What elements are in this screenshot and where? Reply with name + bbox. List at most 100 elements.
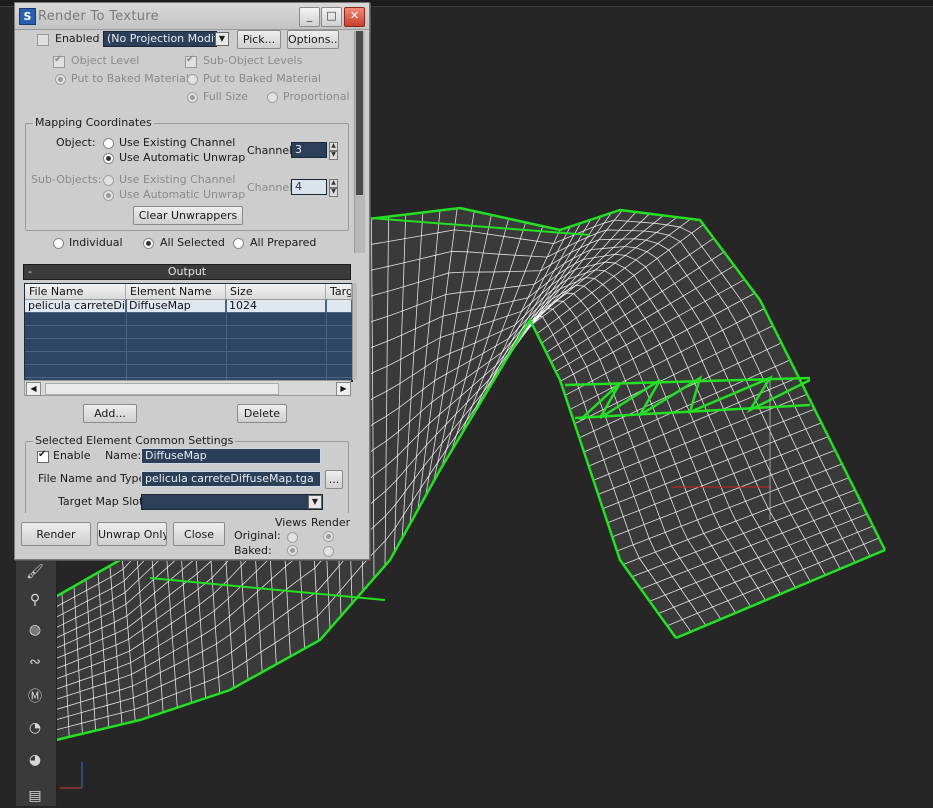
object-level-label: Object Level [71,54,140,67]
element-enable-checkbox[interactable] [37,449,49,463]
all-prepared-label: All Prepared [250,236,317,249]
map-alt-icon[interactable]: ◕ [22,748,48,772]
put-baked-material-right-label: Put to Baked Material [203,72,321,85]
target-map-slot-dropdown[interactable] [141,494,323,510]
full-size-label: Full Size [203,90,248,103]
file-name-input[interactable]: pelicula carreteDiffuseMap.tga [141,471,321,487]
app-logo-icon: S [19,8,36,25]
table-row-empty[interactable] [25,339,352,352]
render-button[interactable]: Render [21,522,91,546]
sub-object-levels-checkbox[interactable] [185,54,197,68]
close-button[interactable]: Close [173,522,225,546]
sub-channel-input[interactable]: 4 [291,179,327,195]
scroll-left-icon[interactable]: ◀ [26,382,41,396]
table-row-empty[interactable] [25,352,352,365]
dialog-scroll-content: Enabled (No Projection Modifier) ▼ Pick.… [19,29,357,513]
output-rollout-header[interactable]: - Output [23,264,351,280]
options-button[interactable]: Options... [287,30,339,49]
dialog-title: Render To Texture [38,9,159,24]
channel-spinner[interactable]: ▲ ▼ [329,142,338,160]
render-to-texture-dialog: S Render To Texture _ □ ✕ Enabled (No Pr… [14,2,370,560]
command-toolstrip: 🖌 ⚲ ◍ ∾ Ⓜ ◔ ◕ ▤ [16,556,57,806]
column-divider [226,299,227,381]
object-label: Object: [56,136,96,149]
scrollbar-thumb[interactable] [45,383,279,395]
sub-use-existing-channel-radio[interactable] [103,175,114,186]
scrollbar-thumb[interactable] [356,31,363,195]
sub-channel-label: Channel: [247,181,296,194]
table-row-empty[interactable] [25,326,352,339]
use-existing-channel-radio[interactable] [103,138,114,149]
all-prepared-radio[interactable] [233,238,244,249]
sub-objects-label: Sub-Objects: [31,173,102,186]
use-automatic-unwrap-label: Use Automatic Unwrap [119,151,246,164]
projection-enabled-checkbox[interactable] [37,34,49,46]
table-cell-target [326,300,352,312]
table-header: File Name Element Name Size Targ [25,284,352,300]
mapping-coordinates-title: Mapping Coordinates [33,116,154,129]
chevron-down-icon[interactable]: ▼ [215,32,229,46]
original-views-radio[interactable] [287,532,298,543]
wave-icon[interactable]: ∾ [22,650,48,674]
full-size-radio[interactable] [187,92,198,103]
paint-icon[interactable]: 🖌 [22,560,48,584]
all-selected-radio[interactable] [143,238,154,249]
sub-channel-spinner[interactable]: ▲ ▼ [329,179,338,197]
column-header-target[interactable]: Targ [326,284,352,299]
delete-element-button[interactable]: Delete [237,404,287,423]
clear-unwrappers-button[interactable]: Clear Unwrappers [133,206,243,225]
column-header-element-name[interactable]: Element Name [126,284,226,299]
dialog-titlebar[interactable]: S Render To Texture _ □ ✕ [15,3,369,30]
table-horizontal-scrollbar[interactable]: ◀ ▶ [24,380,351,396]
sphere-icon[interactable]: ◍ [22,618,48,642]
use-automatic-unwrap-radio[interactable] [103,153,114,164]
pick-button[interactable]: Pick... [237,30,281,49]
table-vertical-scrollbar[interactable] [352,283,357,380]
close-window-button[interactable]: ✕ [344,7,365,27]
projection-enabled-label: Enabled [55,32,100,45]
add-element-button[interactable]: Add... [83,404,137,423]
original-label: Original: [234,529,281,542]
material-icon[interactable]: Ⓜ [22,684,48,708]
baked-render-radio[interactable] [323,546,334,557]
put-baked-material-left-label: Put to Baked Material [71,72,189,85]
table-row-empty[interactable] [25,365,352,378]
list-icon[interactable]: ▤ [22,784,48,808]
proportional-radio[interactable] [267,92,278,103]
element-settings-title: Selected Element Common Settings [33,434,236,447]
baked-views-radio[interactable] [287,545,298,556]
scroll-right-icon[interactable]: ▶ [336,382,351,396]
browse-file-button[interactable]: ... [325,470,343,489]
sub-use-automatic-unwrap-radio[interactable] [103,190,114,201]
maximize-button[interactable]: □ [321,7,342,27]
column-header-size[interactable]: Size [226,284,326,299]
render-column-label: Render [311,516,351,529]
table-cell-size: 1024 [226,300,326,312]
put-baked-material-right-radio[interactable] [187,74,198,85]
baked-label: Baked: [234,544,272,557]
chevron-down-icon[interactable]: ▼ [308,495,322,509]
channel-input[interactable]: 3 [291,142,327,158]
element-enable-label: Enable [53,449,91,462]
table-row[interactable]: pelicula carreteDif... DiffuseMap 1024 [25,300,352,313]
views-column-label: Views [275,516,307,529]
element-name-input[interactable]: DiffuseMap [141,448,321,464]
bone-icon[interactable]: ⚲ [22,588,48,612]
projection-modifier-dropdown[interactable]: (No Projection Modifier) [103,31,217,47]
original-render-radio[interactable] [323,531,334,542]
put-baked-material-left-radio[interactable] [55,74,66,85]
table-cell-element-name: DiffuseMap [126,300,226,312]
dialog-bottom-bar: Render Unwrap Only Close Views Render Or… [15,515,369,559]
map-icon[interactable]: ◔ [22,716,48,740]
channel-label: Channel: [247,144,296,157]
output-table[interactable]: File Name Element Name Size Targ pelicul… [24,283,353,382]
individual-radio[interactable] [53,238,64,249]
object-level-checkbox[interactable] [53,54,65,68]
minimize-button[interactable]: _ [299,7,320,27]
unwrap-only-button[interactable]: Unwrap Only [97,522,167,546]
column-header-file-name[interactable]: File Name [25,284,126,299]
collapse-icon[interactable]: - [28,265,32,278]
dialog-vertical-scrollbar[interactable] [354,31,365,253]
table-row-empty[interactable] [25,313,352,326]
sub-use-automatic-unwrap-label: Use Automatic Unwrap [119,188,246,201]
